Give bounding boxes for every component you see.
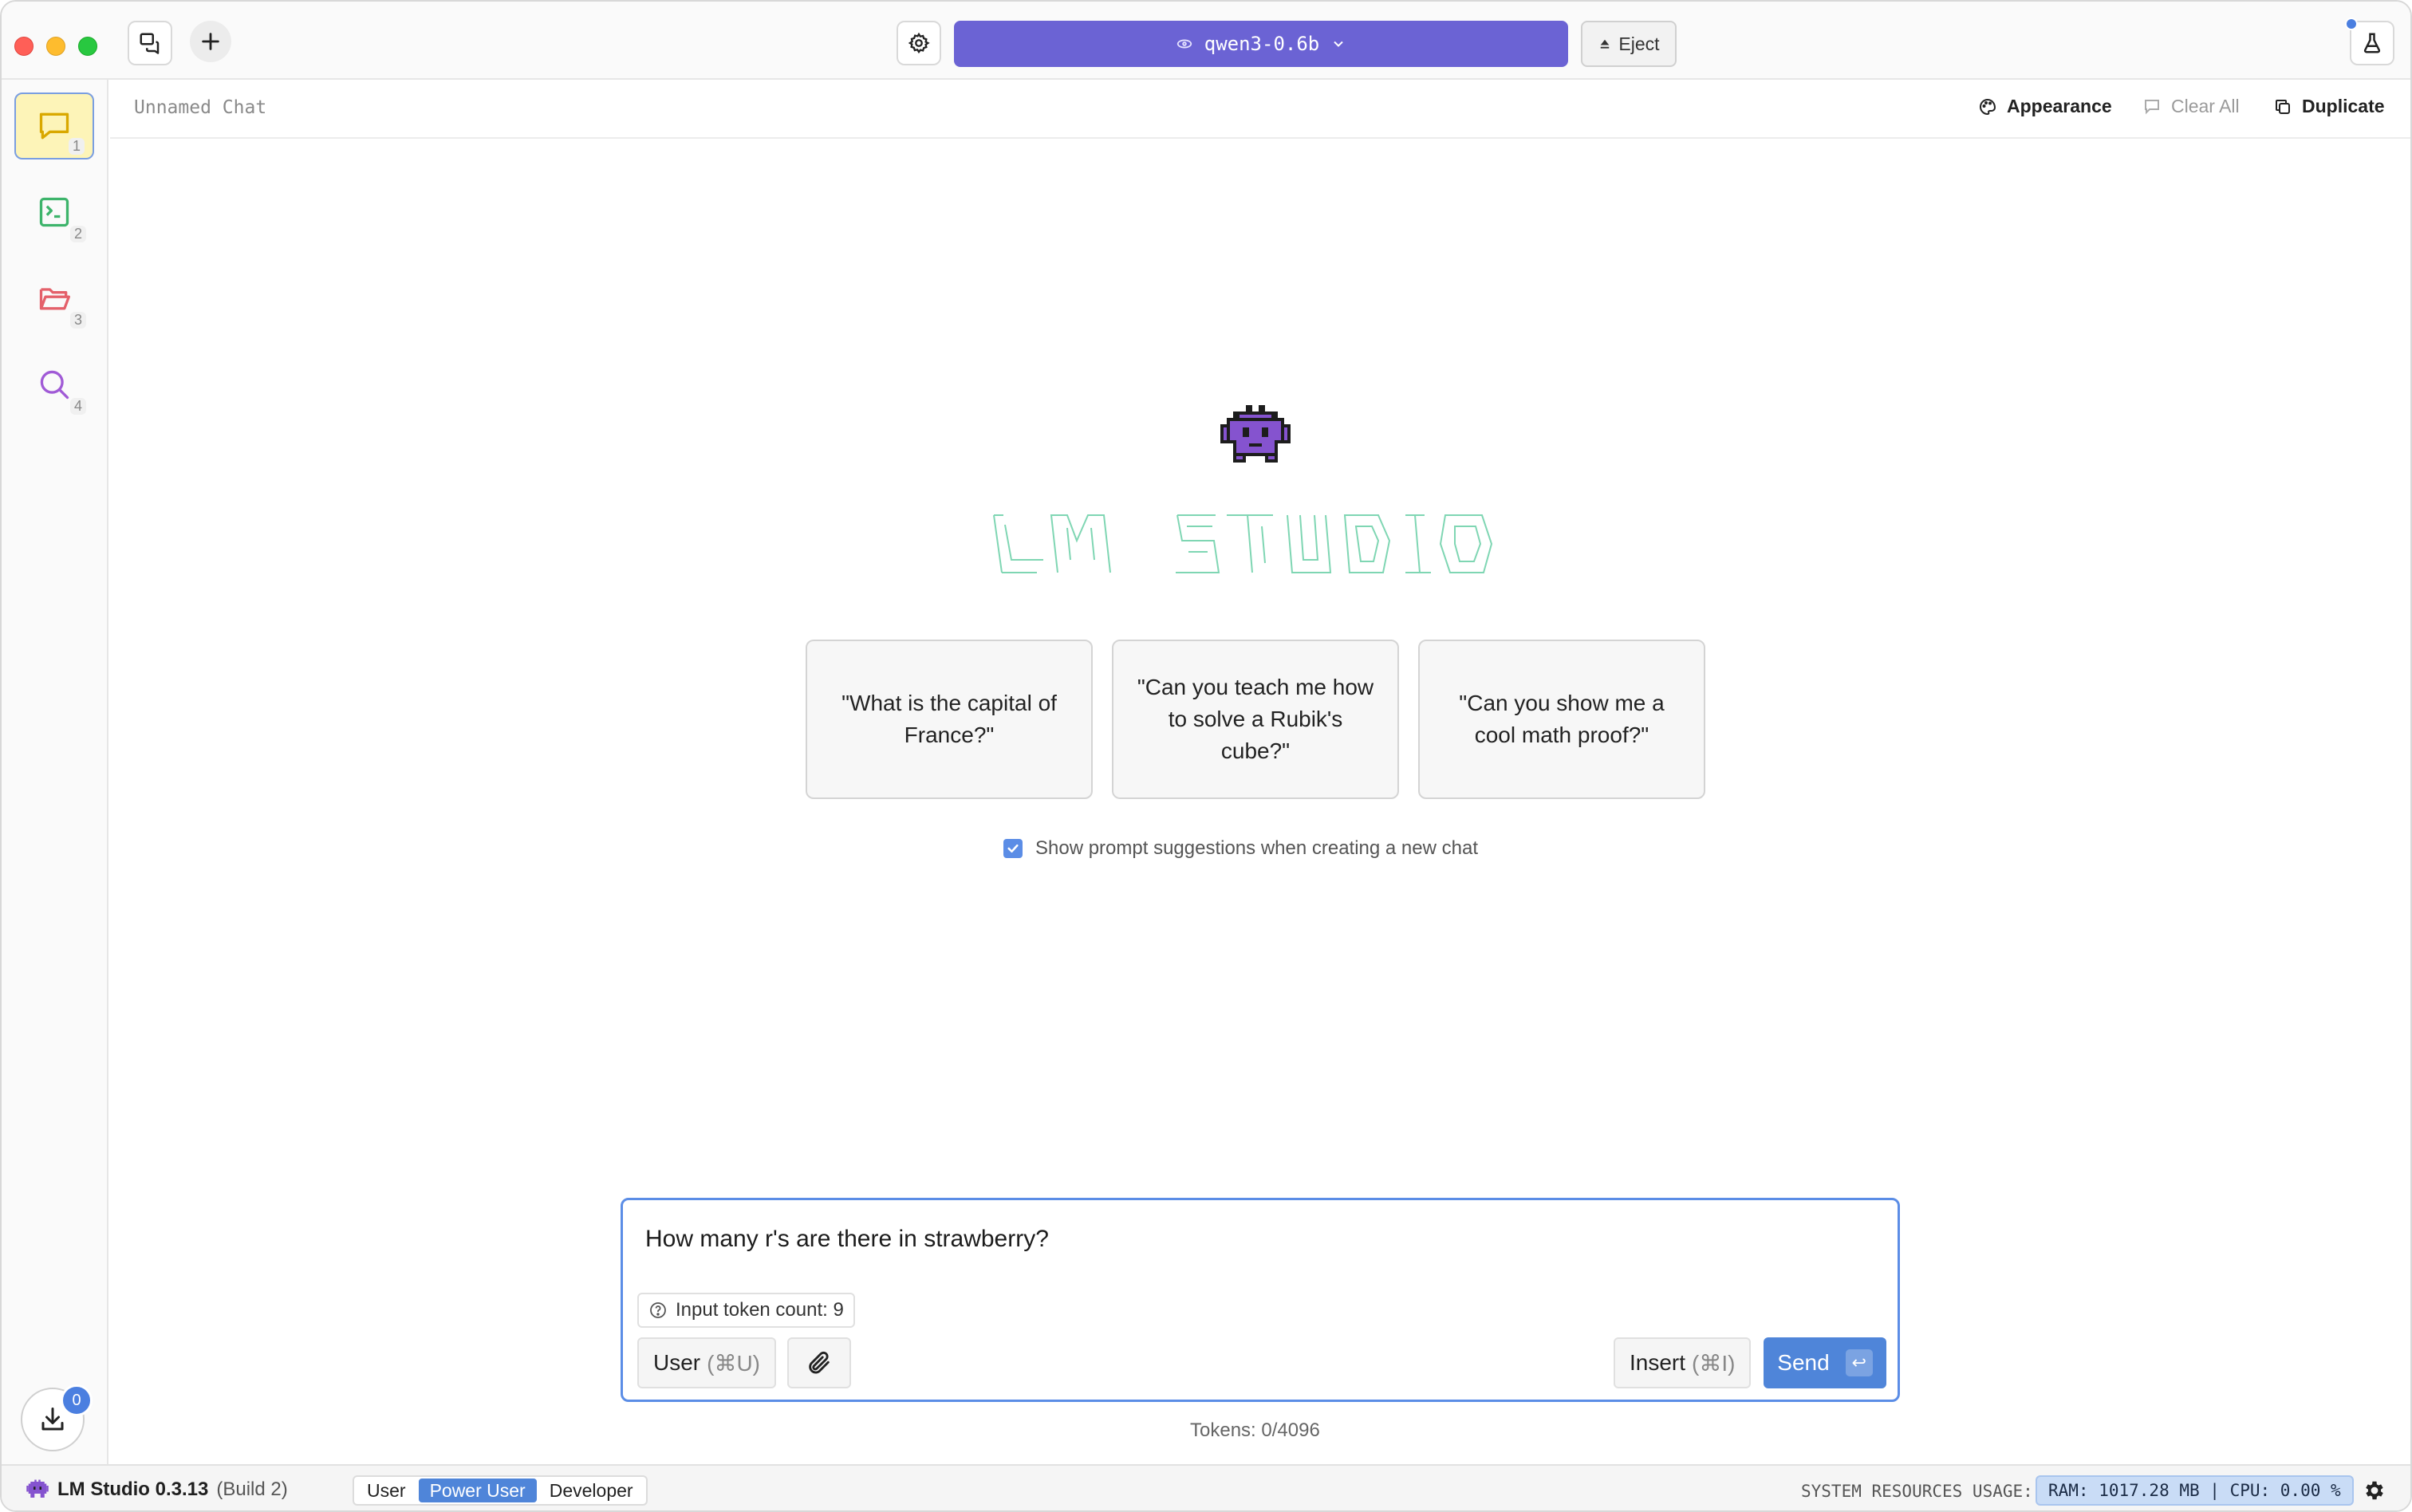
- sidebar-item-discover[interactable]: 4: [14, 351, 94, 418]
- send-button[interactable]: Send ↩: [1764, 1337, 1886, 1388]
- system-resources-label: SYSTEM RESOURCES USAGE:: [1801, 1482, 2033, 1501]
- sidebar-shortcut-number: 3: [69, 312, 86, 329]
- lm-studio-mascot-icon: [1220, 405, 1291, 463]
- insert-label: Insert: [1630, 1350, 1686, 1375]
- top-bar: qwen3-0.6b Eject: [2, 2, 2410, 80]
- window-minimize-button[interactable]: [46, 37, 65, 56]
- suggestion-card[interactable]: "What is the capital of France?": [806, 640, 1093, 799]
- settings-gear-icon[interactable]: [2363, 1479, 2386, 1502]
- chat-icon: [39, 112, 69, 140]
- ui-mode-switch: User Power User Developer: [353, 1475, 648, 1506]
- duplicate-icon: [2276, 99, 2290, 114]
- mode-developer[interactable]: Developer: [538, 1479, 644, 1502]
- gear-icon: [908, 32, 930, 54]
- chats-icon: [140, 33, 160, 54]
- status-bar: LM Studio 0.3.13 (Build 2) User Power Us…: [2, 1464, 2410, 1510]
- app-version: LM Studio 0.3.13 (Build 2): [26, 1479, 288, 1501]
- message-composer[interactable]: How many r's are there in strawberry? In…: [621, 1198, 1900, 1402]
- chat-header: Unnamed Chat Appearance Clear All Duplic…: [110, 80, 2410, 139]
- flask-icon: [2363, 33, 2381, 53]
- chat-list-toggle-button[interactable]: [128, 21, 172, 65]
- duplicate-label: Duplicate: [2302, 96, 2385, 116]
- duplicate-button[interactable]: Duplicate: [2273, 96, 2385, 117]
- chevron-down-icon: [1334, 41, 1343, 47]
- mode-user[interactable]: User: [356, 1479, 417, 1502]
- clear-all-button[interactable]: Clear All: [2142, 96, 2240, 117]
- role-label: User: [653, 1350, 701, 1375]
- role-toggle-button[interactable]: User (⌘U): [637, 1337, 776, 1388]
- suggestion-card[interactable]: "Can you show me a cool math proof?": [1418, 640, 1705, 799]
- input-token-count-label: Input token count: 9: [676, 1299, 844, 1321]
- lm-studio-logo-icon: [26, 1479, 49, 1498]
- insert-shortcut: (⌘I): [1692, 1350, 1736, 1376]
- chat-title[interactable]: Unnamed Chat: [134, 97, 266, 118]
- sidebar-item-my-models[interactable]: 3: [14, 265, 94, 332]
- plus-icon: [202, 33, 219, 50]
- model-selector[interactable]: qwen3-0.6b: [954, 21, 1568, 67]
- insert-button[interactable]: Insert (⌘I): [1614, 1337, 1752, 1388]
- message-input[interactable]: How many r's are there in strawberry?: [645, 1226, 1049, 1253]
- show-suggestions-toggle[interactable]: Show prompt suggestions when creating a …: [1003, 837, 1478, 860]
- eject-icon: [1601, 39, 1610, 49]
- folder-icon: [39, 288, 70, 310]
- mode-power-user[interactable]: Power User: [418, 1479, 537, 1502]
- sidebar-item-developer[interactable]: 2: [14, 179, 94, 246]
- show-suggestions-label: Show prompt suggestions when creating a …: [1035, 837, 1478, 859]
- search-icon: [40, 370, 69, 400]
- help-circle-icon: [650, 1302, 666, 1318]
- notification-dot: [2345, 18, 2358, 30]
- clear-chat-icon: [2145, 99, 2159, 114]
- window-maximize-button[interactable]: [78, 37, 97, 56]
- window-close-button[interactable]: [14, 37, 34, 56]
- checkbox-checked[interactable]: [1003, 839, 1023, 858]
- return-key-icon: ↩: [1845, 1349, 1873, 1376]
- left-sidebar: 1 2 3 4: [2, 80, 108, 1464]
- app-build-label: (Build 2): [216, 1479, 288, 1500]
- eject-button[interactable]: Eject: [1581, 21, 1677, 67]
- checkmark-icon: [1007, 844, 1019, 853]
- input-token-count: Input token count: 9: [637, 1293, 855, 1328]
- eject-label: Eject: [1618, 33, 1660, 54]
- appearance-button[interactable]: Appearance: [1978, 96, 2112, 117]
- attach-file-button[interactable]: [787, 1337, 851, 1388]
- lm-studio-ascii-logo: [993, 514, 1493, 573]
- model-settings-button[interactable]: [897, 21, 941, 65]
- sidebar-shortcut-number: 2: [69, 226, 86, 242]
- sidebar-shortcut-number: 4: [69, 398, 86, 415]
- model-name: qwen3-0.6b: [1204, 33, 1320, 55]
- clear-all-label: Clear All: [2171, 96, 2240, 116]
- system-resources-values[interactable]: RAM: 1017.28 MB | CPU: 0.00 %: [2036, 1475, 2354, 1506]
- palette-icon: [1980, 98, 1996, 115]
- role-shortcut: (⌘U): [707, 1350, 760, 1376]
- app-name-label: LM Studio 0.3.13: [57, 1479, 209, 1500]
- send-label: Send: [1777, 1350, 1830, 1375]
- sidebar-shortcut-number: 1: [68, 138, 85, 155]
- appearance-label: Appearance: [2007, 96, 2112, 116]
- paperclip-icon: [809, 1351, 830, 1374]
- downloads-count-badge: 0: [61, 1384, 93, 1416]
- new-chat-button[interactable]: [190, 21, 231, 62]
- model-icon: [1176, 39, 1192, 49]
- context-token-usage: Tokens: 0/4096: [1190, 1419, 1320, 1441]
- app-window: qwen3-0.6b Eject 1 2 3 4 0 Unnamed Chat …: [0, 0, 2412, 1512]
- sidebar-item-chat[interactable]: 1: [14, 93, 94, 159]
- suggestion-card[interactable]: "Can you teach me how to solve a Rubik's…: [1112, 640, 1399, 799]
- terminal-icon: [39, 197, 69, 227]
